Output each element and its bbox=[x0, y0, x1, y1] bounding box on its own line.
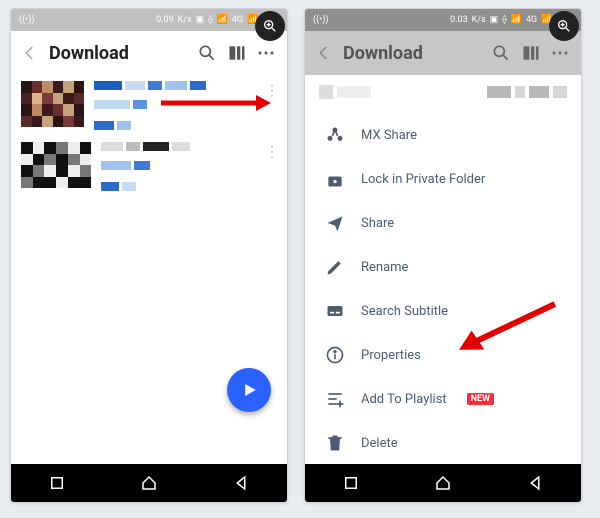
video-list: ⋮ ⋮ bbox=[11, 75, 287, 464]
mx-share-icon bbox=[325, 125, 345, 145]
menu-label: Add To Playlist bbox=[361, 392, 447, 407]
nav-back-icon[interactable] bbox=[526, 474, 544, 492]
page-title: Download bbox=[49, 43, 187, 64]
nav-recent-icon[interactable] bbox=[48, 474, 66, 492]
menu-label: Delete bbox=[361, 436, 398, 451]
play-fab[interactable] bbox=[227, 368, 271, 412]
menu-share[interactable]: Share bbox=[305, 201, 581, 245]
status-time: 0.09 bbox=[156, 15, 174, 25]
video-title-blur bbox=[101, 142, 277, 191]
list-item[interactable]: ⋮ bbox=[11, 136, 287, 197]
status-speed: K/s bbox=[472, 15, 486, 25]
menu-lock-private[interactable]: Lock in Private Folder bbox=[305, 157, 581, 201]
share-icon bbox=[325, 213, 345, 233]
menu-label: Share bbox=[361, 216, 394, 231]
phone-right: ((•)) 0.03 K/s ▣⟠📶4G📶 81% Download ⋯ bbox=[304, 8, 582, 503]
playlist-icon bbox=[325, 389, 345, 409]
view-icon bbox=[521, 43, 541, 63]
rename-icon bbox=[325, 257, 345, 277]
nav-back-icon[interactable] bbox=[232, 474, 250, 492]
zoom-badge[interactable] bbox=[549, 11, 579, 41]
status-time: 0.03 bbox=[450, 15, 468, 25]
menu-add-playlist[interactable]: Add To Playlist NEW bbox=[305, 377, 581, 421]
zoom-badge[interactable] bbox=[255, 11, 285, 41]
android-navbar bbox=[11, 464, 287, 502]
menu-delete[interactable]: Delete bbox=[305, 421, 581, 464]
status-bar: ((•)) 0.09 K/s ▣⟠📶4G📶 81% bbox=[11, 9, 287, 31]
more-icon[interactable]: ⋯ bbox=[257, 43, 277, 63]
view-icon[interactable] bbox=[227, 43, 247, 63]
menu-label: Search Subtitle bbox=[361, 304, 448, 319]
menu-label: Lock in Private Folder bbox=[361, 172, 485, 187]
app-toolbar: Download ⋯ bbox=[11, 31, 287, 75]
more-icon: ⋯ bbox=[551, 43, 571, 63]
new-badge: NEW bbox=[467, 393, 494, 405]
info-icon bbox=[325, 345, 345, 365]
menu-label: Rename bbox=[361, 260, 408, 275]
menu-label: Properties bbox=[361, 348, 421, 363]
app-toolbar-dimmed: Download ⋯ bbox=[305, 31, 581, 75]
back-icon bbox=[315, 44, 333, 62]
subtitle-icon bbox=[325, 301, 345, 321]
phone-left: ((•)) 0.09 K/s ▣⟠📶4G📶 81% Download ⋯ bbox=[10, 8, 288, 503]
item-more-icon[interactable]: ⋮ bbox=[265, 150, 279, 154]
delete-icon bbox=[325, 433, 345, 453]
nav-recent-icon[interactable] bbox=[342, 474, 360, 492]
nav-home-icon[interactable] bbox=[140, 474, 158, 492]
status-speed: K/s bbox=[178, 15, 192, 25]
search-icon bbox=[491, 43, 511, 63]
android-navbar bbox=[305, 464, 581, 502]
video-thumb bbox=[21, 81, 84, 127]
video-thumb bbox=[21, 142, 91, 188]
context-menu: MX Share Lock in Private Folder Share Re… bbox=[305, 113, 581, 464]
menu-mx-share[interactable]: MX Share bbox=[305, 113, 581, 157]
menu-label: MX Share bbox=[361, 128, 417, 143]
menu-rename[interactable]: Rename bbox=[305, 245, 581, 289]
context-menu-sheet: MX Share Lock in Private Folder Share Re… bbox=[305, 75, 581, 464]
lock-icon bbox=[325, 169, 345, 189]
back-icon[interactable] bbox=[21, 44, 39, 62]
selected-item-blur bbox=[305, 75, 581, 113]
page-title: Download bbox=[343, 43, 481, 64]
annotation-arrow bbox=[161, 93, 271, 113]
nav-home-icon[interactable] bbox=[434, 474, 452, 492]
search-icon[interactable] bbox=[197, 43, 217, 63]
status-bar: ((•)) 0.03 K/s ▣⟠📶4G📶 81% bbox=[305, 9, 581, 31]
